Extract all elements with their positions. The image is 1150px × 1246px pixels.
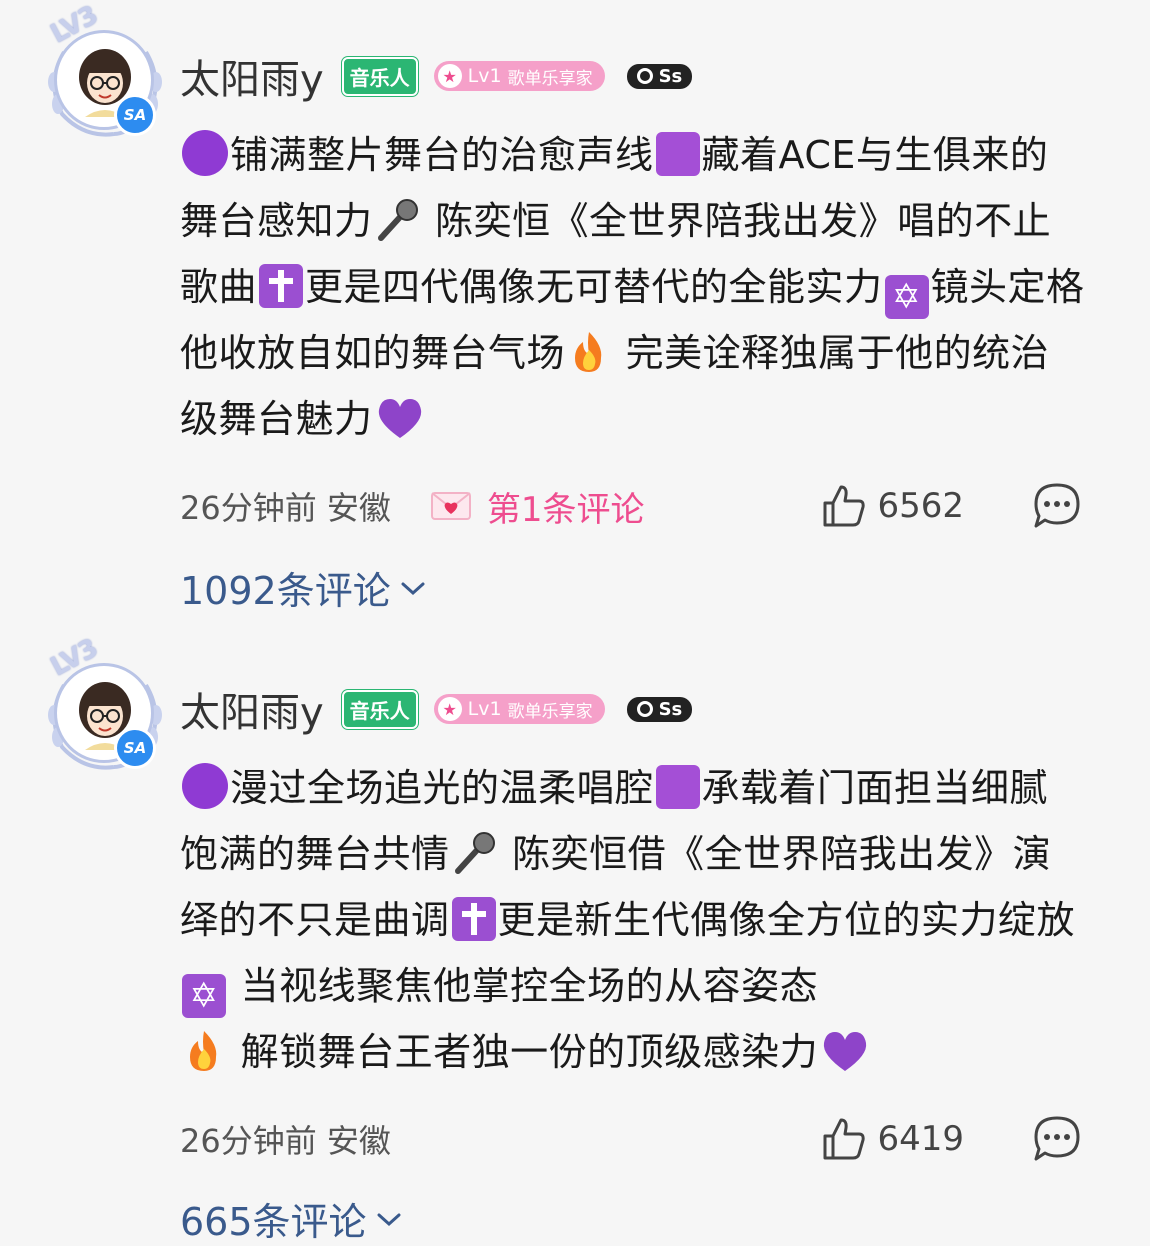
- ring-icon: [636, 701, 653, 717]
- chevron-down-icon: [401, 582, 425, 595]
- comment-bubble-icon[interactable]: [1032, 1115, 1082, 1163]
- lv-title: 歌单乐享家: [507, 701, 593, 722]
- text-segment: 解锁舞台王者独一份的顶级感染力: [228, 1030, 819, 1074]
- fire-emoji-icon: [575, 332, 602, 372]
- avatar[interactable]: LV3 SA: [46, 633, 166, 770]
- love-letter-icon: [430, 492, 471, 520]
- playlist-level-badge[interactable]: ★ Lv1 歌单乐享家: [433, 61, 605, 91]
- first-comment-label: 第1条评论: [486, 489, 645, 530]
- purple-heart-emoji-icon: [378, 399, 421, 438]
- like-button[interactable]: 6419: [821, 1116, 964, 1162]
- purple-circle-emoji-icon: [182, 130, 228, 176]
- ss-badge[interactable]: Ss: [626, 696, 693, 722]
- username[interactable]: 太阳雨y: [180, 47, 324, 105]
- lv-text: Lv1: [467, 698, 502, 720]
- vip-badge: SA: [114, 94, 156, 136]
- replies-count: 1092条评论: [180, 569, 391, 613]
- username[interactable]: 太阳雨y: [180, 680, 324, 738]
- ss-text: Ss: [658, 65, 683, 87]
- latin-cross-emoji-icon: [451, 897, 496, 941]
- fire-emoji-icon: [190, 1031, 217, 1071]
- latin-cross-emoji-icon: [259, 264, 304, 308]
- lv-title: 歌单乐享家: [507, 68, 593, 89]
- replies-count: 665条评论: [180, 1200, 367, 1244]
- star-icon: ★: [437, 64, 462, 88]
- user-row: 太阳雨y 音乐人 ★ Lv1 歌单乐享家 Ss: [180, 46, 693, 106]
- like-count: 6562: [877, 486, 964, 526]
- comment-meta: 26分钟前 安徽 第1条评论 6562: [180, 476, 1090, 536]
- like-button[interactable]: 6562: [821, 483, 964, 529]
- thumbs-up-icon: [823, 485, 866, 527]
- like-count: 6419: [877, 1119, 964, 1159]
- user-row: 太阳雨y 音乐人 ★ Lv1 歌单乐享家 Ss: [180, 679, 693, 739]
- text-segment: 更是新生代偶像全方位的实力绽放: [497, 898, 1076, 942]
- comment-item: LV3 SA 太阳雨y 音乐人 ★ Lv1 歌单乐享家 Ss 铺满整片舞台的治愈…: [0, 0, 1150, 615]
- avatar[interactable]: LV3 SA: [46, 0, 166, 137]
- purple-square-emoji-icon: [655, 132, 700, 176]
- comment-text: 漫过全场追光的温柔唱腔 承载着门面担当细腻饱满的舞台共情 陈奕恒借《全世界陪我出发…: [180, 755, 1085, 1085]
- playlist-level-badge[interactable]: ★ Lv1 歌单乐享家: [433, 694, 605, 724]
- time-location: 26分钟前 安徽: [180, 1122, 391, 1160]
- purple-circle-emoji-icon: [182, 763, 228, 809]
- musician-badge[interactable]: 音乐人: [341, 56, 418, 96]
- star-icon: ★: [437, 697, 462, 721]
- text-segment: 铺满整片舞台的治愈声线: [230, 133, 654, 177]
- ss-text: Ss: [658, 698, 683, 720]
- vip-badge: SA: [114, 727, 156, 769]
- ring-icon: [636, 68, 653, 84]
- ss-badge[interactable]: Ss: [626, 63, 693, 89]
- view-replies-link[interactable]: 1092条评论: [180, 560, 427, 615]
- purple-heart-emoji-icon: [823, 1032, 867, 1071]
- comment-bubble-icon[interactable]: [1032, 482, 1082, 530]
- text-segment: 当视线聚焦他掌控全场的从容姿态: [228, 964, 819, 1008]
- purple-square-emoji-icon: [655, 765, 700, 809]
- star-of-david-emoji-icon: ✡: [182, 974, 226, 1018]
- lv-text: Lv1: [467, 65, 502, 87]
- microphone-emoji-icon: [454, 832, 495, 874]
- comment-meta: 26分钟前 安徽 6419: [180, 1109, 1090, 1169]
- comment-item: LV3 SA 太阳雨y 音乐人 ★ Lv1 歌单乐享家 Ss 漫过全场追光的温柔…: [0, 633, 1150, 1244]
- thumbs-up-icon: [823, 1118, 866, 1160]
- microphone-emoji-icon: [377, 199, 418, 241]
- text-segment: 漫过全场追光的温柔唱腔: [230, 766, 654, 810]
- text-segment: 更是四代偶像无可替代的全能实力: [305, 265, 883, 309]
- time-location: 26分钟前 安徽: [180, 489, 391, 527]
- musician-badge[interactable]: 音乐人: [341, 689, 418, 729]
- comment-text: 铺满整片舞台的治愈声线 藏着ACE与生俱来的舞台感知力 陈奕恒《全世界陪我出发》唱…: [180, 122, 1085, 452]
- view-replies-link[interactable]: 665条评论: [180, 1191, 403, 1246]
- star-of-david-emoji-icon: ✡: [884, 275, 929, 319]
